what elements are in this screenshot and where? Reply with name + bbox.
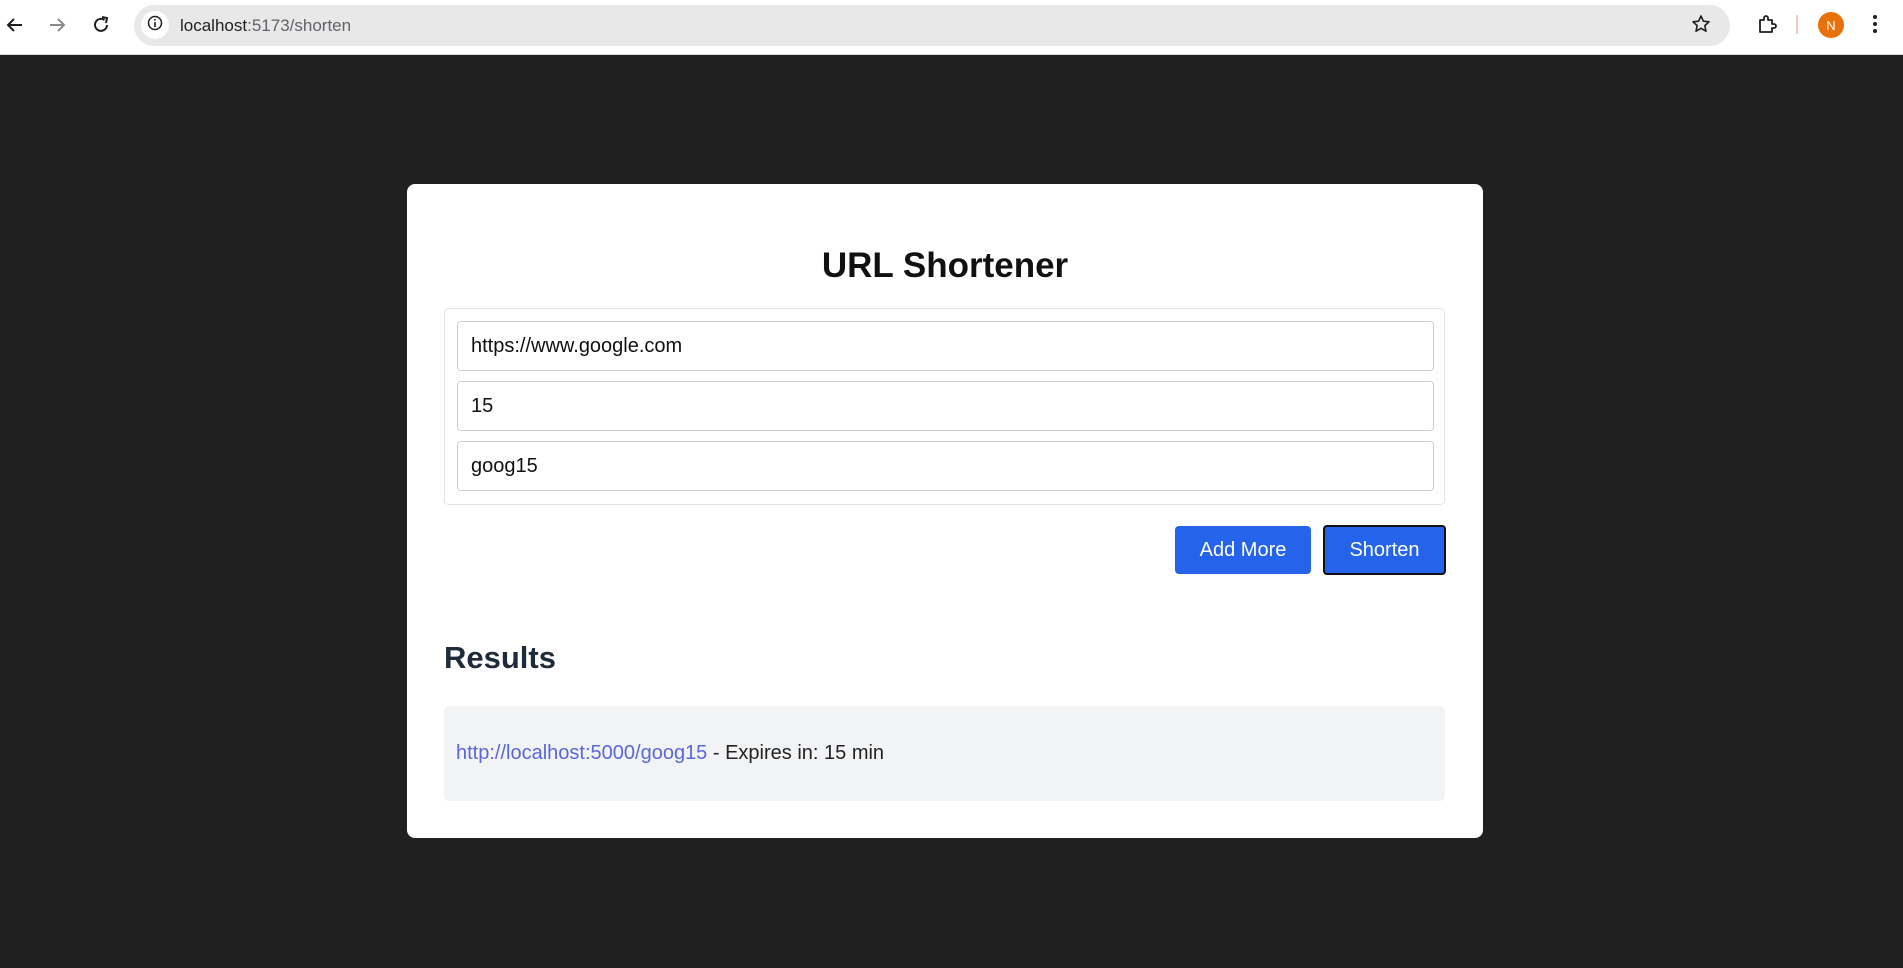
results-heading: Results (444, 640, 556, 675)
add-more-button[interactable]: Add More (1175, 526, 1311, 574)
back-icon (5, 15, 25, 35)
more-menu-icon (1872, 14, 1878, 39)
address-bar[interactable]: localhost:5173/shorten (134, 5, 1730, 46)
expiry-text: - Expires in: 15 min (707, 742, 885, 764)
forward-icon (47, 15, 67, 35)
bookmark-button[interactable] (1690, 14, 1712, 39)
url-host: localhost (180, 16, 248, 35)
reload-icon (91, 15, 111, 35)
shorten-button[interactable]: Shorten (1323, 525, 1446, 575)
more-menu-button[interactable] (1862, 11, 1888, 41)
shortener-card: URL Shortener Add More Shorten Results h… (407, 184, 1483, 838)
page-title: URL Shortener (821, 246, 1069, 285)
reload-button[interactable] (86, 10, 116, 40)
site-info-icon (147, 15, 163, 36)
browser-toolbar: localhost:5173/shorten N (0, 0, 1903, 55)
url-path: :5173/shorten (247, 16, 352, 35)
site-info-button[interactable] (141, 11, 169, 39)
toolbar-divider (1796, 15, 1798, 34)
url-entry-group (444, 308, 1445, 505)
back-button[interactable] (0, 10, 30, 40)
forward-button[interactable] (42, 10, 72, 40)
bookmark-star-icon (1691, 14, 1711, 39)
result-item: http://localhost:5000/goog15 - Expires i… (444, 706, 1445, 801)
extensions-button[interactable] (1752, 11, 1782, 41)
url-text[interactable]: localhost:5173/shorten (180, 16, 351, 36)
shortcode-input[interactable] (457, 441, 1434, 491)
result-line: http://localhost:5000/goog15 - Expires i… (456, 742, 884, 765)
short-url-link[interactable]: http://localhost:5000/goog15 (456, 742, 707, 764)
long-url-input[interactable] (457, 321, 1434, 371)
validity-minutes-input[interactable] (457, 381, 1434, 431)
profile-avatar[interactable]: N (1818, 12, 1844, 38)
extensions-icon (1756, 13, 1778, 40)
